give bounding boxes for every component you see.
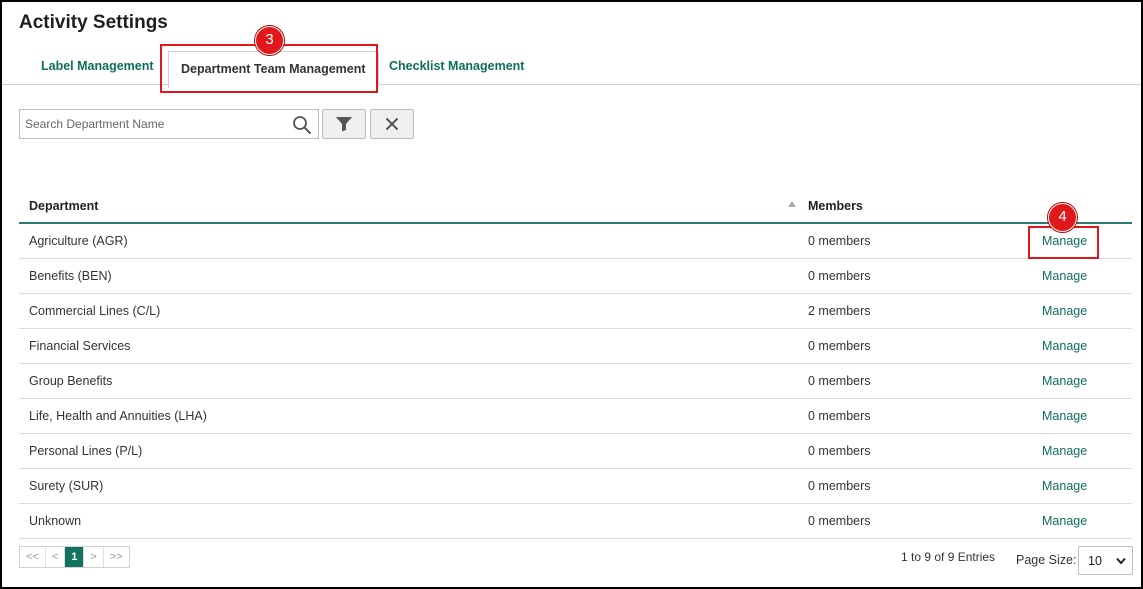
chevron-down-icon <box>1116 557 1126 565</box>
callout-badge-3: 3 <box>255 26 284 55</box>
department-cell: Life, Health and Annuities (LHA) <box>29 409 207 423</box>
page-title: Activity Settings <box>19 12 168 33</box>
table-row: Group Benefits 0 members Manage <box>19 364 1132 399</box>
members-cell: 0 members <box>808 339 871 353</box>
pagination: << < 1 > >> <box>19 546 130 568</box>
first-page-button[interactable]: << <box>20 547 46 567</box>
department-cell: Financial Services <box>29 339 131 353</box>
column-header-department[interactable]: Department <box>29 189 98 223</box>
table-row: Unknown 0 members Manage <box>19 504 1132 539</box>
last-page-button[interactable]: >> <box>103 547 129 567</box>
department-cell: Commercial Lines (C/L) <box>29 304 161 318</box>
callout-badge-4: 4 <box>1048 203 1077 232</box>
members-cell: 0 members <box>808 479 871 493</box>
filter-icon <box>336 117 352 132</box>
page-1-button[interactable]: 1 <box>65 547 85 567</box>
members-cell: 0 members <box>808 409 871 423</box>
manage-link[interactable]: Manage <box>1042 504 1087 538</box>
prev-page-button[interactable]: < <box>45 547 66 567</box>
department-cell: Group Benefits <box>29 374 113 388</box>
page-size-label: Page Size: <box>1016 553 1077 567</box>
filter-button[interactable] <box>322 109 366 139</box>
close-icon <box>385 117 399 131</box>
sort-up-icon[interactable] <box>788 201 796 207</box>
clear-button[interactable] <box>370 109 414 139</box>
department-cell: Unknown <box>29 514 82 528</box>
table-body: Agriculture (AGR) 0 members Manage Benefits… <box>19 224 1132 539</box>
table-row: Commercial Lines (C/L) 2 members Manage <box>19 294 1132 329</box>
department-cell: Benefits (BEN) <box>29 269 112 283</box>
manage-link[interactable]: Manage <box>1042 294 1087 328</box>
search-icon[interactable] <box>292 115 312 135</box>
table-header: Department Members <box>19 189 1132 224</box>
department-cell: Surety (SUR) <box>29 479 104 493</box>
members-cell: 2 members <box>808 304 871 318</box>
members-cell: 0 members <box>808 444 871 458</box>
table-row: Life, Health and Annuities (LHA) 0 member… <box>19 399 1132 434</box>
table-row: Agriculture (AGR) 0 members Manage <box>19 224 1132 259</box>
tab-checklist-management[interactable]: Checklist Management <box>377 48 536 85</box>
manage-link[interactable]: Manage <box>1042 329 1087 363</box>
members-cell: 0 members <box>808 514 871 528</box>
table-row: Financial Services 0 members Manage <box>19 329 1132 364</box>
next-page-button[interactable]: > <box>84 547 104 567</box>
manage-link[interactable]: Manage <box>1042 399 1087 433</box>
search-box <box>19 109 319 139</box>
page-size-select[interactable]: 10 <box>1078 546 1133 575</box>
table-row: Benefits (BEN) 0 members Manage <box>19 259 1132 294</box>
manage-link[interactable]: Manage <box>1042 469 1087 503</box>
manage-link[interactable]: Manage <box>1042 364 1087 398</box>
entries-count: 1 to 9 of 9 Entries <box>901 550 996 564</box>
table-row: Surety (SUR) 0 members Manage <box>19 469 1132 504</box>
members-cell: 0 members <box>808 269 871 283</box>
search-input[interactable] <box>20 110 288 138</box>
department-table: Department Members Agriculture (AGR) 0 me… <box>19 189 1132 539</box>
manage-link[interactable]: Manage <box>1042 434 1087 468</box>
members-cell: 0 members <box>808 374 871 388</box>
tab-label-management[interactable]: Label Management <box>29 48 166 85</box>
manage-link[interactable]: Manage <box>1042 259 1087 293</box>
department-cell: Agriculture (AGR) <box>29 234 128 248</box>
department-cell: Personal Lines (P/L) <box>29 444 143 458</box>
page-size-value: 10 <box>1088 554 1102 568</box>
table-row: Personal Lines (P/L) 0 members Manage <box>19 434 1132 469</box>
column-header-members[interactable]: Members <box>808 189 863 223</box>
members-cell: 0 members <box>808 234 871 248</box>
